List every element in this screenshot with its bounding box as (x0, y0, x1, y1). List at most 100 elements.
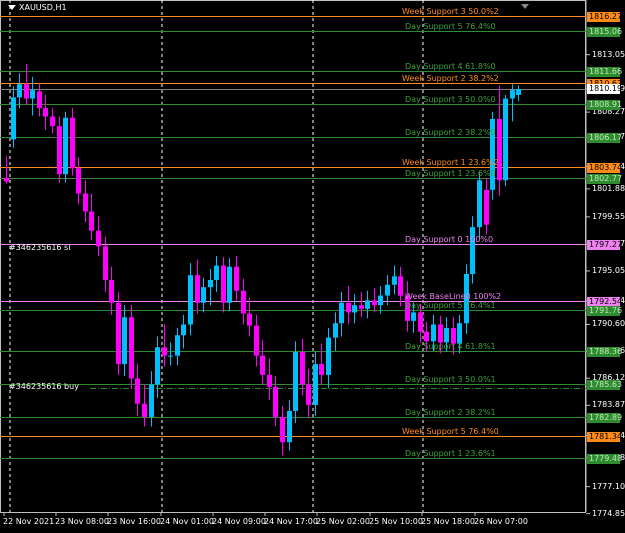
level-price-tag-15: 1779.48 (587, 453, 623, 464)
level-label-6: Week Support 1 23.6%2 (402, 157, 499, 167)
level-label-9: Week BaseLine0 100%2 (405, 291, 502, 301)
candle-body-77 (510, 90, 515, 99)
candle-body-13 (89, 211, 94, 231)
candle-body-49 (326, 337, 331, 375)
candle-body-16 (109, 279, 114, 303)
level-label-14: Week Support 5 76.4%0 (402, 426, 499, 436)
candle-body-32 (214, 265, 219, 280)
candle-body-52 (346, 302, 351, 313)
level-price-tag-4: 1808.91 (587, 99, 623, 110)
price-chart[interactable] (0, 0, 625, 533)
level-label-13: Day Support 2 38.2%1 (405, 407, 496, 417)
chart-window[interactable]: 1774.851777.101779.481781.341783.871786.… (0, 0, 625, 533)
candle-body-53 (352, 305, 357, 313)
level-price-tag-2: 1811.66 (587, 66, 623, 77)
candle-body-5 (37, 91, 42, 109)
level-label-8: Day Support 0 100%0 (405, 234, 494, 244)
candle-body-60 (398, 276, 403, 296)
candle-body-54 (359, 305, 364, 309)
candle-body-21 (142, 403, 147, 417)
level-label-4: Day Support 3 50.0%0 (405, 94, 496, 104)
level-price-tag-1: 1815.06 (587, 26, 623, 37)
candle-body-36 (241, 290, 246, 314)
candle-body-40 (267, 374, 272, 387)
candle-body-48 (319, 364, 324, 375)
candle-body-27 (181, 324, 186, 336)
candle-body-12 (83, 193, 88, 212)
candle-body-30 (201, 287, 206, 303)
candle-body-22 (149, 384, 154, 417)
candle-body-73 (484, 189, 489, 225)
candle-body-63 (418, 312, 423, 332)
symbol-menu-triangle-icon[interactable] (8, 5, 16, 10)
candle-body-65 (431, 324, 436, 342)
level-price-tag-5: 1806.17 (587, 132, 623, 143)
candle-body-67 (444, 328, 449, 343)
candle-body-59 (392, 276, 397, 285)
candle-body-56 (372, 300, 377, 306)
candle-body-14 (96, 230, 101, 247)
level-price-tag-7: 1802.77 (587, 173, 623, 184)
candle-body-19 (129, 317, 134, 379)
level-price-tag-10: 1791.76 (587, 305, 623, 316)
candle-body-58 (385, 284, 390, 296)
candle-body-4 (30, 90, 35, 99)
level-price-tag-8: 1797.27 (587, 239, 623, 250)
candle-body-17 (116, 302, 121, 365)
candle-body-11 (76, 168, 81, 194)
candle-body-41 (273, 386, 278, 417)
level-label-7: Day Support 1 23.6%0 (405, 168, 496, 178)
candle-body-33 (221, 265, 226, 303)
time-axis-label-3: 24 Nov 01:00 (160, 517, 214, 526)
candle-body-35 (234, 266, 239, 291)
candle-body-25 (168, 355, 173, 357)
level-label-0: Week Support 3 50.0%2 (402, 6, 499, 16)
candle-body-43 (287, 410, 292, 443)
time-axis-label-5: 24 Nov 17:00 (264, 517, 318, 526)
time-axis-label-0: 22 Nov 2021 (3, 517, 55, 526)
candle-body-47 (313, 364, 318, 405)
order-buy-label: #346235616 buy (9, 382, 79, 391)
candle-body-72 (477, 180, 482, 228)
symbol-label: XAUUSD,H1 (8, 3, 67, 12)
candle-body-10 (70, 117, 75, 169)
candle-body-2 (17, 84, 22, 98)
candle-body-31 (208, 279, 213, 288)
candle-body-23 (155, 347, 160, 385)
level-price-tag-6: 1803.74 (587, 162, 623, 173)
candle-body-0 (4, 177, 9, 182)
candle-body-15 (103, 246, 108, 280)
candle-body-6 (43, 108, 48, 117)
candle-body-42 (280, 416, 285, 443)
candle-body-78 (516, 88, 521, 95)
candle-body-18 (122, 317, 127, 365)
candle-body-1 (11, 97, 16, 140)
level-label-12: Day Support 3 50.0%1 (405, 374, 496, 384)
time-axis-label-9: 26 Nov 07:00 (474, 517, 528, 526)
level-price-tag-13: 1782.89 (587, 412, 623, 423)
level-label-2: Day Support 4 61.8%0 (405, 61, 496, 71)
candle-body-57 (378, 295, 383, 306)
time-axis-label-8: 25 Nov 18:00 (421, 517, 475, 526)
candle-body-7 (50, 116, 55, 127)
candle-body-66 (438, 324, 443, 343)
candle-body-28 (188, 275, 193, 325)
candle-body-51 (339, 302, 344, 324)
chart-shift-marker-icon[interactable] (521, 4, 529, 9)
candle-body-3 (24, 84, 29, 99)
time-axis-label-6: 25 Nov 02:00 (316, 517, 370, 526)
current-price-tag: 1810.19 (587, 84, 623, 94)
level-label-11: Day Support 4 61.8%1 (405, 341, 496, 351)
candle-body-26 (175, 335, 180, 356)
candle-body-9 (63, 117, 68, 175)
time-axis-label-4: 24 Nov 09:00 (212, 517, 266, 526)
time-axis-label-2: 23 Nov 16:00 (107, 517, 161, 526)
candle-body-55 (365, 300, 370, 309)
level-label-3: Week Support 2 38.2%2 (402, 73, 499, 83)
time-axis-label-7: 25 Nov 10:00 (369, 517, 423, 526)
level-label-1: Day Support 5 76.4%0 (405, 21, 496, 31)
candle-body-64 (424, 331, 429, 342)
candle-body-39 (260, 355, 265, 375)
level-label-5: Day Support 2 38.2%0 (405, 127, 496, 137)
level-label-10: Day Support 5 76.4%1 (405, 300, 496, 310)
